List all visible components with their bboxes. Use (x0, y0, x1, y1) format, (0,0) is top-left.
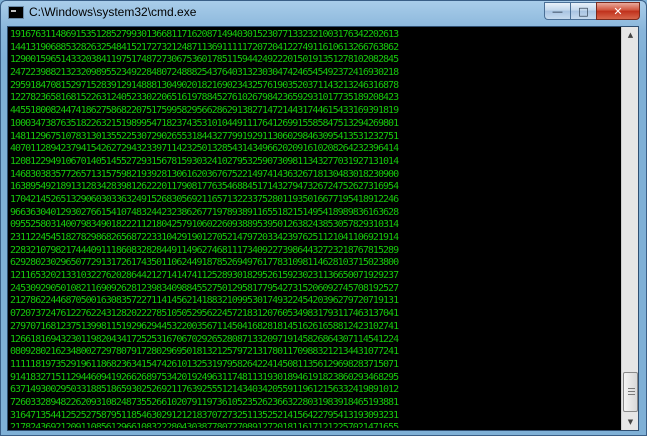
console-line: 3164713544125252758795118546302912121837… (10, 409, 399, 421)
console-line: 1916763114869153512852799301366811716208… (10, 29, 399, 40)
console-line: 0955258031400798349018222112180425791060… (10, 219, 399, 231)
scroll-thumb[interactable] (623, 372, 638, 412)
console-line: 1227823658168152263124052330220651619788… (10, 92, 399, 104)
console-line: 9141832715112944609419266268975342019249… (10, 371, 399, 383)
console-area[interactable]: 1916763114869153512852799301366811716208… (7, 26, 639, 431)
console-line: 2311224545182782986826568722331042919012… (10, 232, 399, 243)
console-line: 6371493002950331885186593025269211763925… (10, 384, 399, 396)
console-line: 1638954921891312834283981262220117908177… (10, 181, 399, 193)
console-line: 2797071681237513998115192962944532200356… (10, 320, 399, 332)
console-line: 1290015965143320384119751748727306753601… (10, 54, 399, 66)
window-title: C:\Windows\system32\cmd.exe (29, 5, 197, 19)
minimize-button[interactable]: — (544, 2, 570, 20)
console-line: 9663630401293027661541074832442323862677… (10, 206, 399, 218)
console-line: 1000347387635182263215198995471823743531… (10, 117, 399, 129)
console-line: 1111181973529196118682363415474261013253… (10, 358, 399, 370)
console-line: 4070112894237941542627294323397114232501… (10, 143, 399, 155)
console-line: 4455180082447418627586822075175995829566… (10, 105, 399, 117)
console-line: 1208122949106701405145527293156781593032… (10, 155, 399, 167)
scroll-down-button[interactable]: ▼ (623, 414, 638, 430)
console-line: 0720737247612276224312820222785105052956… (10, 308, 399, 320)
minimize-icon: — (552, 4, 563, 18)
grip-line-icon (628, 388, 635, 389)
grip-line-icon (628, 394, 635, 395)
console-line: 2283210798217444091118608328284491149627… (10, 244, 399, 256)
close-icon: ✕ (613, 4, 623, 18)
console-line: 1266181694323011982043417252531670670292… (10, 333, 399, 345)
maximize-button[interactable]: □ (570, 2, 596, 20)
arrow-down-icon: ▼ (627, 418, 634, 426)
console-line: 2453092905010821169092628123983409884552… (10, 282, 399, 294)
close-button[interactable]: ✕ (596, 2, 640, 20)
console-line: 1441319068853282632548415217273212487113… (10, 41, 399, 53)
title-bar[interactable]: C:\Windows\system32\cmd.exe — □ ✕ (1, 1, 646, 25)
cmd-window: C:\Windows\system32\cmd.exe — □ ✕ 191676… (0, 0, 647, 436)
console-output: 1916763114869153512852799301366811716208… (10, 29, 620, 428)
console-line: 2472239882132320989552349228480724888254… (10, 67, 399, 79)
console-app-icon[interactable] (8, 6, 24, 19)
console-line: 1704214526513290603033632491526830569211… (10, 193, 399, 205)
console-line: 1481129675107831301355225307290265531844… (10, 130, 399, 142)
maximize-icon: □ (578, 4, 589, 18)
console-line: 1211653202133103227620286442127141474112… (10, 270, 399, 282)
arrow-up-icon: ▲ (627, 31, 634, 39)
console-line: 1468303835772657131575982193928130616203… (10, 168, 399, 180)
grip-line-icon (628, 391, 635, 392)
console-line: 2178243692120911085612966108322280430387… (10, 422, 399, 428)
console-line: 6292802302965077291317261743501106244918… (10, 257, 399, 269)
console-line: 7260332894822620931082487355266102079119… (10, 396, 399, 408)
console-line: 2959184708152971528391291488813049020182… (10, 79, 399, 91)
vertical-scrollbar[interactable]: ▲ ▼ (621, 27, 638, 430)
scroll-up-button[interactable]: ▲ (623, 27, 638, 43)
console-line: 0809280216234800272978079172802969501813… (10, 346, 399, 358)
console-line: 2127862244687050016308357227114145621418… (10, 295, 399, 307)
caption-buttons: — □ ✕ (544, 2, 640, 20)
